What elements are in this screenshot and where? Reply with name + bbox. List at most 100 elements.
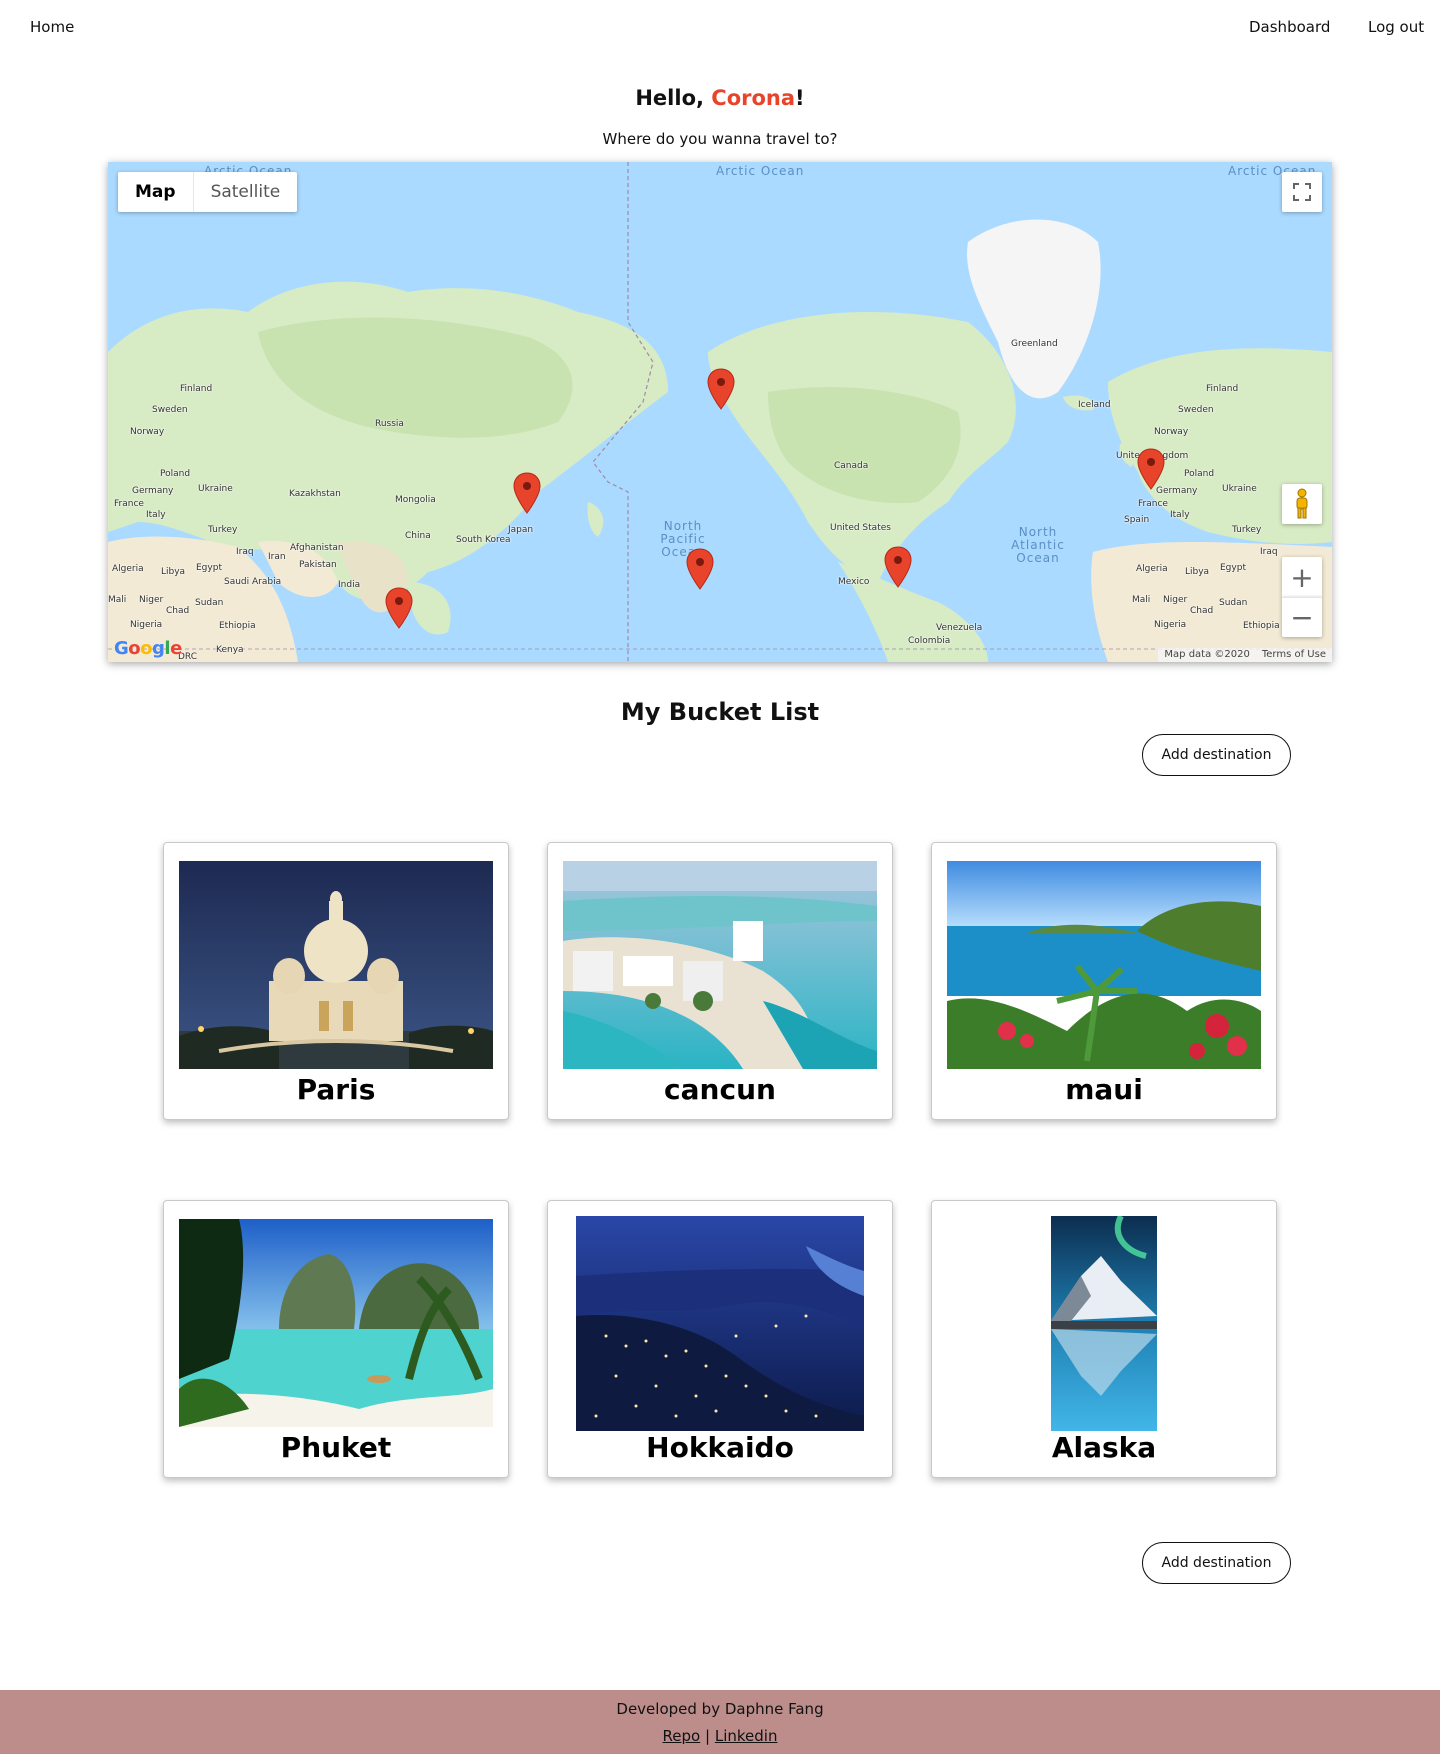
linkedin-link[interactable]: Linkedin [715,1727,778,1745]
map-type-satellite-button[interactable]: Satellite [192,172,298,212]
terms-of-use-link[interactable]: Terms of Use [1262,648,1326,662]
place-label: Niger [139,595,164,605]
place-label: Germany [132,486,174,496]
destination-name: maui [1065,1073,1143,1106]
place-label: Egypt [1220,563,1246,573]
place-label: Mali [108,595,127,605]
footer-links: Repo | Linkedin [0,1727,1440,1745]
place-label: Sudan [195,598,224,608]
bucket-list-title: My Bucket List [620,698,820,726]
destination-photo-alaska [1051,1216,1157,1431]
place-label: Saudi Arabia [224,577,282,587]
place-label: Ukraine [198,484,233,494]
map-type-control: Map Satellite [118,172,298,212]
place-label: Chad [1190,606,1214,616]
place-label: Ukraine [1222,484,1257,494]
map-data-credit: Map data ©2020 [1164,649,1250,660]
place-label: Turkey [1232,525,1262,535]
place-label: Turkey [208,525,238,535]
footer: Developed by Daphne Fang Repo | Linkedin [0,1690,1440,1754]
place-label: Mongolia [395,495,436,505]
place-label: Iraq [1260,547,1278,557]
destination-card-paris[interactable]: Paris [163,842,509,1120]
world-map[interactable]: Arctic Ocean Arctic Ocean Arctic Ocean N… [108,162,1332,662]
map-type-map-button[interactable]: Map [118,172,193,212]
place-label: Niger [1163,595,1188,605]
place-label: Pakistan [299,560,337,570]
street-view-pegman[interactable] [1282,484,1322,524]
destination-marker-phuket[interactable] [385,587,413,629]
place-label: Greenland [1011,339,1058,349]
place-label: Algeria [1136,564,1168,574]
place-label: India [338,580,361,590]
destination-marker-maui[interactable] [686,548,714,590]
place-label: United States [830,523,891,533]
add-destination-button-bottom[interactable]: Add destination [1142,1542,1291,1584]
destination-marker-cancun[interactable] [884,546,912,588]
pegman-icon [1296,488,1308,519]
place-label: Poland [1184,469,1215,479]
destination-name: Alaska [1051,1431,1157,1464]
map-attribution: Map data ©2020 Terms of Use [1158,648,1332,662]
destination-photo-maui [947,861,1261,1069]
destination-photo-phuket [179,1219,493,1427]
nav-home-link[interactable]: Home [30,18,74,36]
place-label: Spain [1124,515,1150,525]
place-label: China [405,531,431,541]
ocean-label-north-atlantic: North Atlantic Ocean [1011,525,1065,565]
fullscreen-button[interactable] [1282,172,1322,212]
place-label: Egypt [196,563,222,573]
footer-credit: Developed by Daphne Fang [616,1700,824,1718]
place-label: Kenya [216,645,244,655]
place-label: Chad [166,606,190,616]
destination-name: Phuket [280,1431,392,1464]
zoom-in-button[interactable]: + [1282,557,1322,597]
place-label: Kazakhstan [289,489,341,499]
greeting-suffix: ! [795,86,805,110]
place-label: Afghanistan [290,543,344,553]
destination-card-phuket[interactable]: Phuket [163,1200,509,1478]
destination-card-maui[interactable]: maui [931,842,1277,1120]
place-label: Nigeria [1154,620,1187,630]
place-label: Iraq [236,547,254,557]
place-label: Italy [1170,510,1190,520]
place-label: Sweden [152,405,188,415]
google-logo: Google [114,638,182,659]
repo-link[interactable]: Repo [663,1727,701,1745]
place-label: Ethiopia [219,621,256,631]
greeting-prefix: Hello, [635,86,712,110]
place-label: Norway [1154,427,1189,437]
nav-logout-link[interactable]: Log out [1368,18,1424,36]
place-label: Poland [160,469,191,479]
add-destination-button-top[interactable]: Add destination [1142,734,1291,776]
footer-separator: | [705,1727,711,1745]
destination-marker-alaska[interactable] [707,368,735,410]
place-label: Canada [834,461,869,471]
destination-card-hokkaido[interactable]: Hokkaido [547,1200,893,1478]
destination-photo-paris [179,861,493,1069]
place-label: Libya [161,567,186,577]
greeting-heading: Hello, Corona! [0,86,1440,110]
destination-card-cancun[interactable]: cancun [547,842,893,1120]
place-label: France [1138,499,1168,509]
place-label: Italy [146,510,166,520]
destination-card-alaska[interactable]: Alaska [931,1200,1277,1478]
place-label: Colombia [908,636,951,646]
place-label: Finland [180,384,213,394]
map-basemap[interactable] [108,162,1332,662]
destination-marker-hokkaido[interactable] [513,472,541,514]
place-label: Sudan [1219,598,1248,608]
place-label: Venezuela [936,623,983,633]
nav-dashboard-link[interactable]: Dashboard [1249,18,1330,36]
place-label: Iceland [1078,400,1111,410]
destination-name: Paris [296,1073,376,1106]
zoom-out-button[interactable]: − [1282,597,1322,637]
place-label: Sweden [1178,405,1214,415]
place-label: Russia [375,419,404,429]
top-nav: Home Dashboard Log out [0,0,1440,56]
travel-prompt: Where do you wanna travel to? [602,130,838,148]
ocean-label-arctic-center: Arctic Ocean [716,164,805,178]
destination-photo-cancun [563,861,877,1069]
destination-marker-paris[interactable] [1137,448,1165,490]
place-label: France [114,499,144,509]
